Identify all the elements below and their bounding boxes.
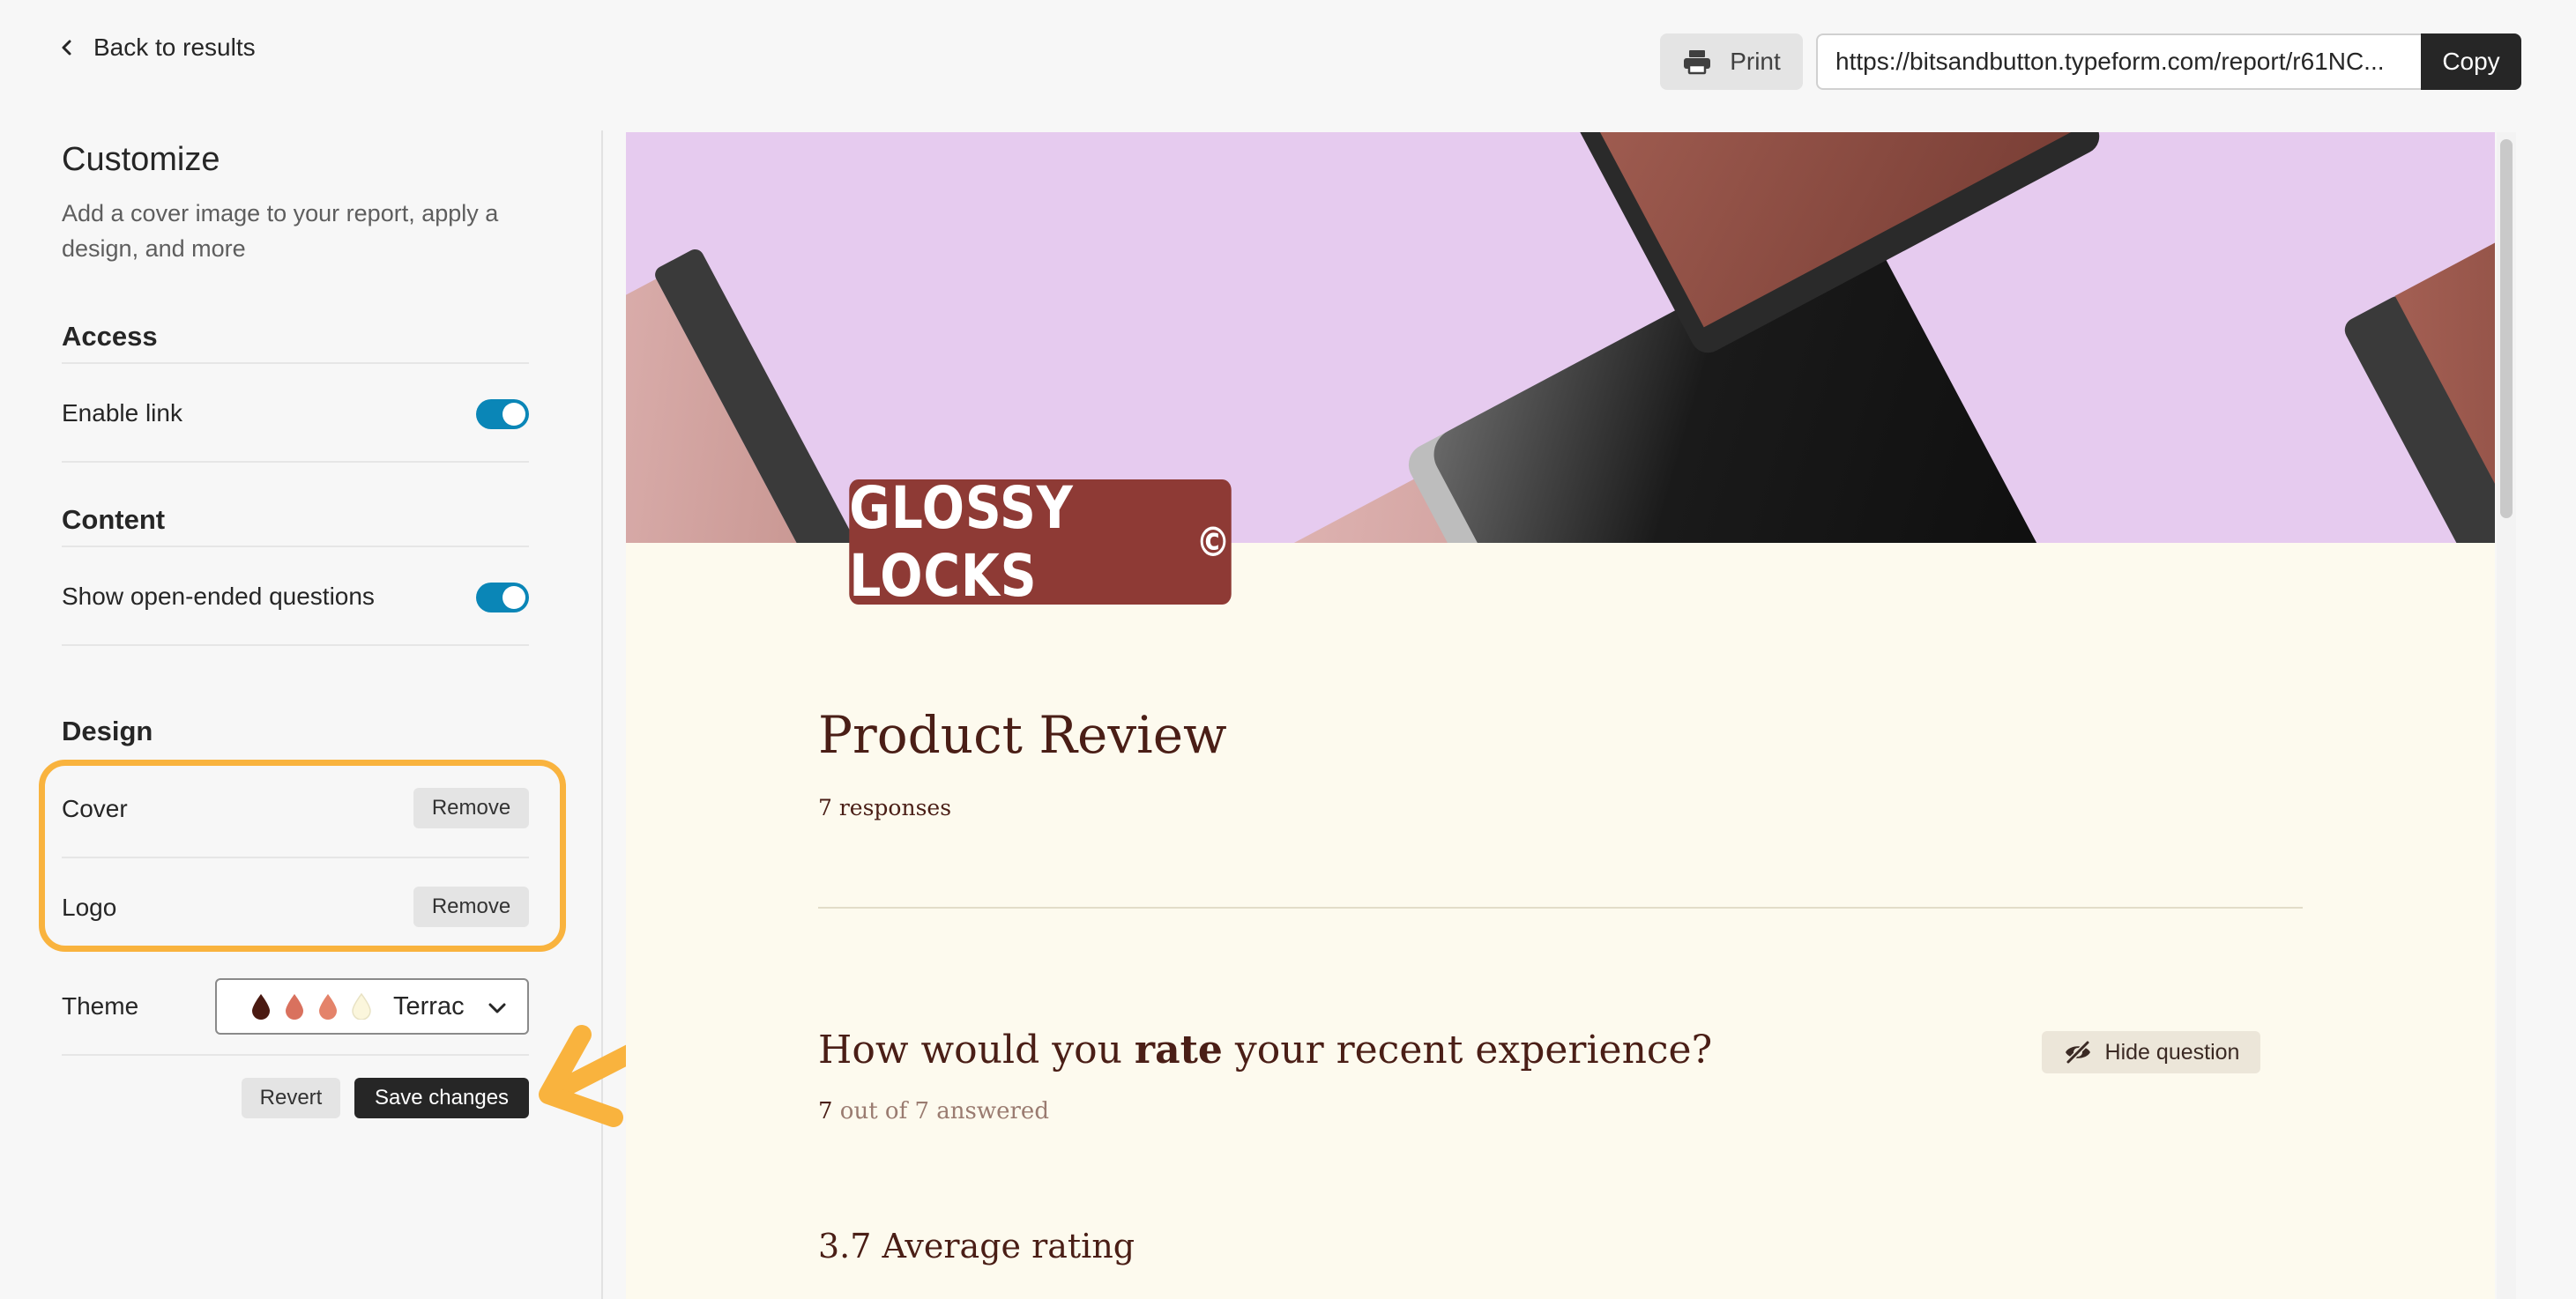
color-drop-icon bbox=[319, 994, 337, 1020]
chevron-left-icon bbox=[62, 40, 71, 56]
divider bbox=[62, 644, 529, 646]
save-changes-button[interactable]: Save changes bbox=[354, 1078, 529, 1118]
design-heading: Design bbox=[62, 716, 153, 746]
answered-number: 7 bbox=[818, 1098, 833, 1125]
divider bbox=[62, 362, 529, 364]
brand-logo: GLOSSY LOCKS © bbox=[849, 474, 1232, 610]
average-rating: 3.7 Average rating bbox=[818, 1227, 1135, 1266]
remove-cover-button[interactable]: Remove bbox=[413, 788, 529, 828]
back-label: Back to results bbox=[93, 33, 256, 61]
theme-label: Theme bbox=[62, 992, 139, 1020]
remove-logo-button[interactable]: Remove bbox=[413, 887, 529, 927]
cover-label: Cover bbox=[62, 795, 128, 822]
enable-link-label: Enable link bbox=[62, 399, 182, 427]
question-emphasis: rate bbox=[1134, 1028, 1223, 1073]
logo-mark: © bbox=[1195, 518, 1232, 566]
chevron-down-icon bbox=[488, 1003, 506, 1013]
back-to-results-link[interactable]: Back to results bbox=[58, 30, 256, 65]
share-url-field[interactable]: https://bitsandbutton.typeform.com/repor… bbox=[1816, 33, 2421, 90]
content-heading: Content bbox=[62, 504, 166, 535]
logo-text: GLOSSY LOCKS bbox=[849, 474, 1074, 610]
response-count: 7 responses bbox=[818, 795, 952, 820]
scrollbar-thumb[interactable] bbox=[2500, 139, 2513, 518]
report-title: Product Review bbox=[818, 705, 1227, 765]
divider bbox=[62, 546, 529, 547]
hide-question-button[interactable]: Hide question bbox=[2042, 1031, 2260, 1073]
sidebar-title: Customize bbox=[62, 141, 220, 178]
hide-question-label: Hide question bbox=[2104, 1039, 2240, 1065]
divider bbox=[62, 461, 529, 463]
divider bbox=[62, 1054, 529, 1056]
theme-value: Terrac bbox=[393, 991, 464, 1021]
print-label: Print bbox=[1730, 48, 1781, 75]
question-title: How would you rate your recent experienc… bbox=[818, 1028, 1712, 1073]
revert-button[interactable]: Revert bbox=[242, 1078, 340, 1118]
logo-label: Logo bbox=[62, 894, 117, 921]
color-drop-icon bbox=[252, 994, 270, 1020]
copy-button[interactable]: Copy bbox=[2421, 33, 2521, 90]
enable-link-toggle[interactable] bbox=[476, 399, 529, 429]
printer-icon bbox=[1684, 50, 1711, 75]
access-heading: Access bbox=[62, 321, 158, 352]
answered-text: out of 7 answered bbox=[832, 1098, 1049, 1125]
customize-sidebar bbox=[0, 130, 603, 1299]
print-button[interactable]: Print bbox=[1660, 33, 1803, 90]
question-text: How would you bbox=[818, 1028, 1135, 1073]
open-ended-label: Show open-ended questions bbox=[62, 583, 375, 610]
divider bbox=[62, 857, 529, 858]
question-text: your recent experience? bbox=[1222, 1028, 1713, 1073]
color-drop-icon bbox=[286, 994, 303, 1020]
sidebar-subtitle: Add a cover image to your report, apply … bbox=[62, 200, 499, 262]
eye-off-icon bbox=[2065, 1040, 2090, 1065]
answered-count: 7 out of 7 answered bbox=[818, 1098, 1049, 1125]
divider bbox=[818, 907, 2303, 909]
color-drop-icon bbox=[352, 993, 371, 1020]
theme-select[interactable]: Terrac bbox=[215, 978, 529, 1035]
open-ended-toggle[interactable] bbox=[476, 583, 529, 612]
